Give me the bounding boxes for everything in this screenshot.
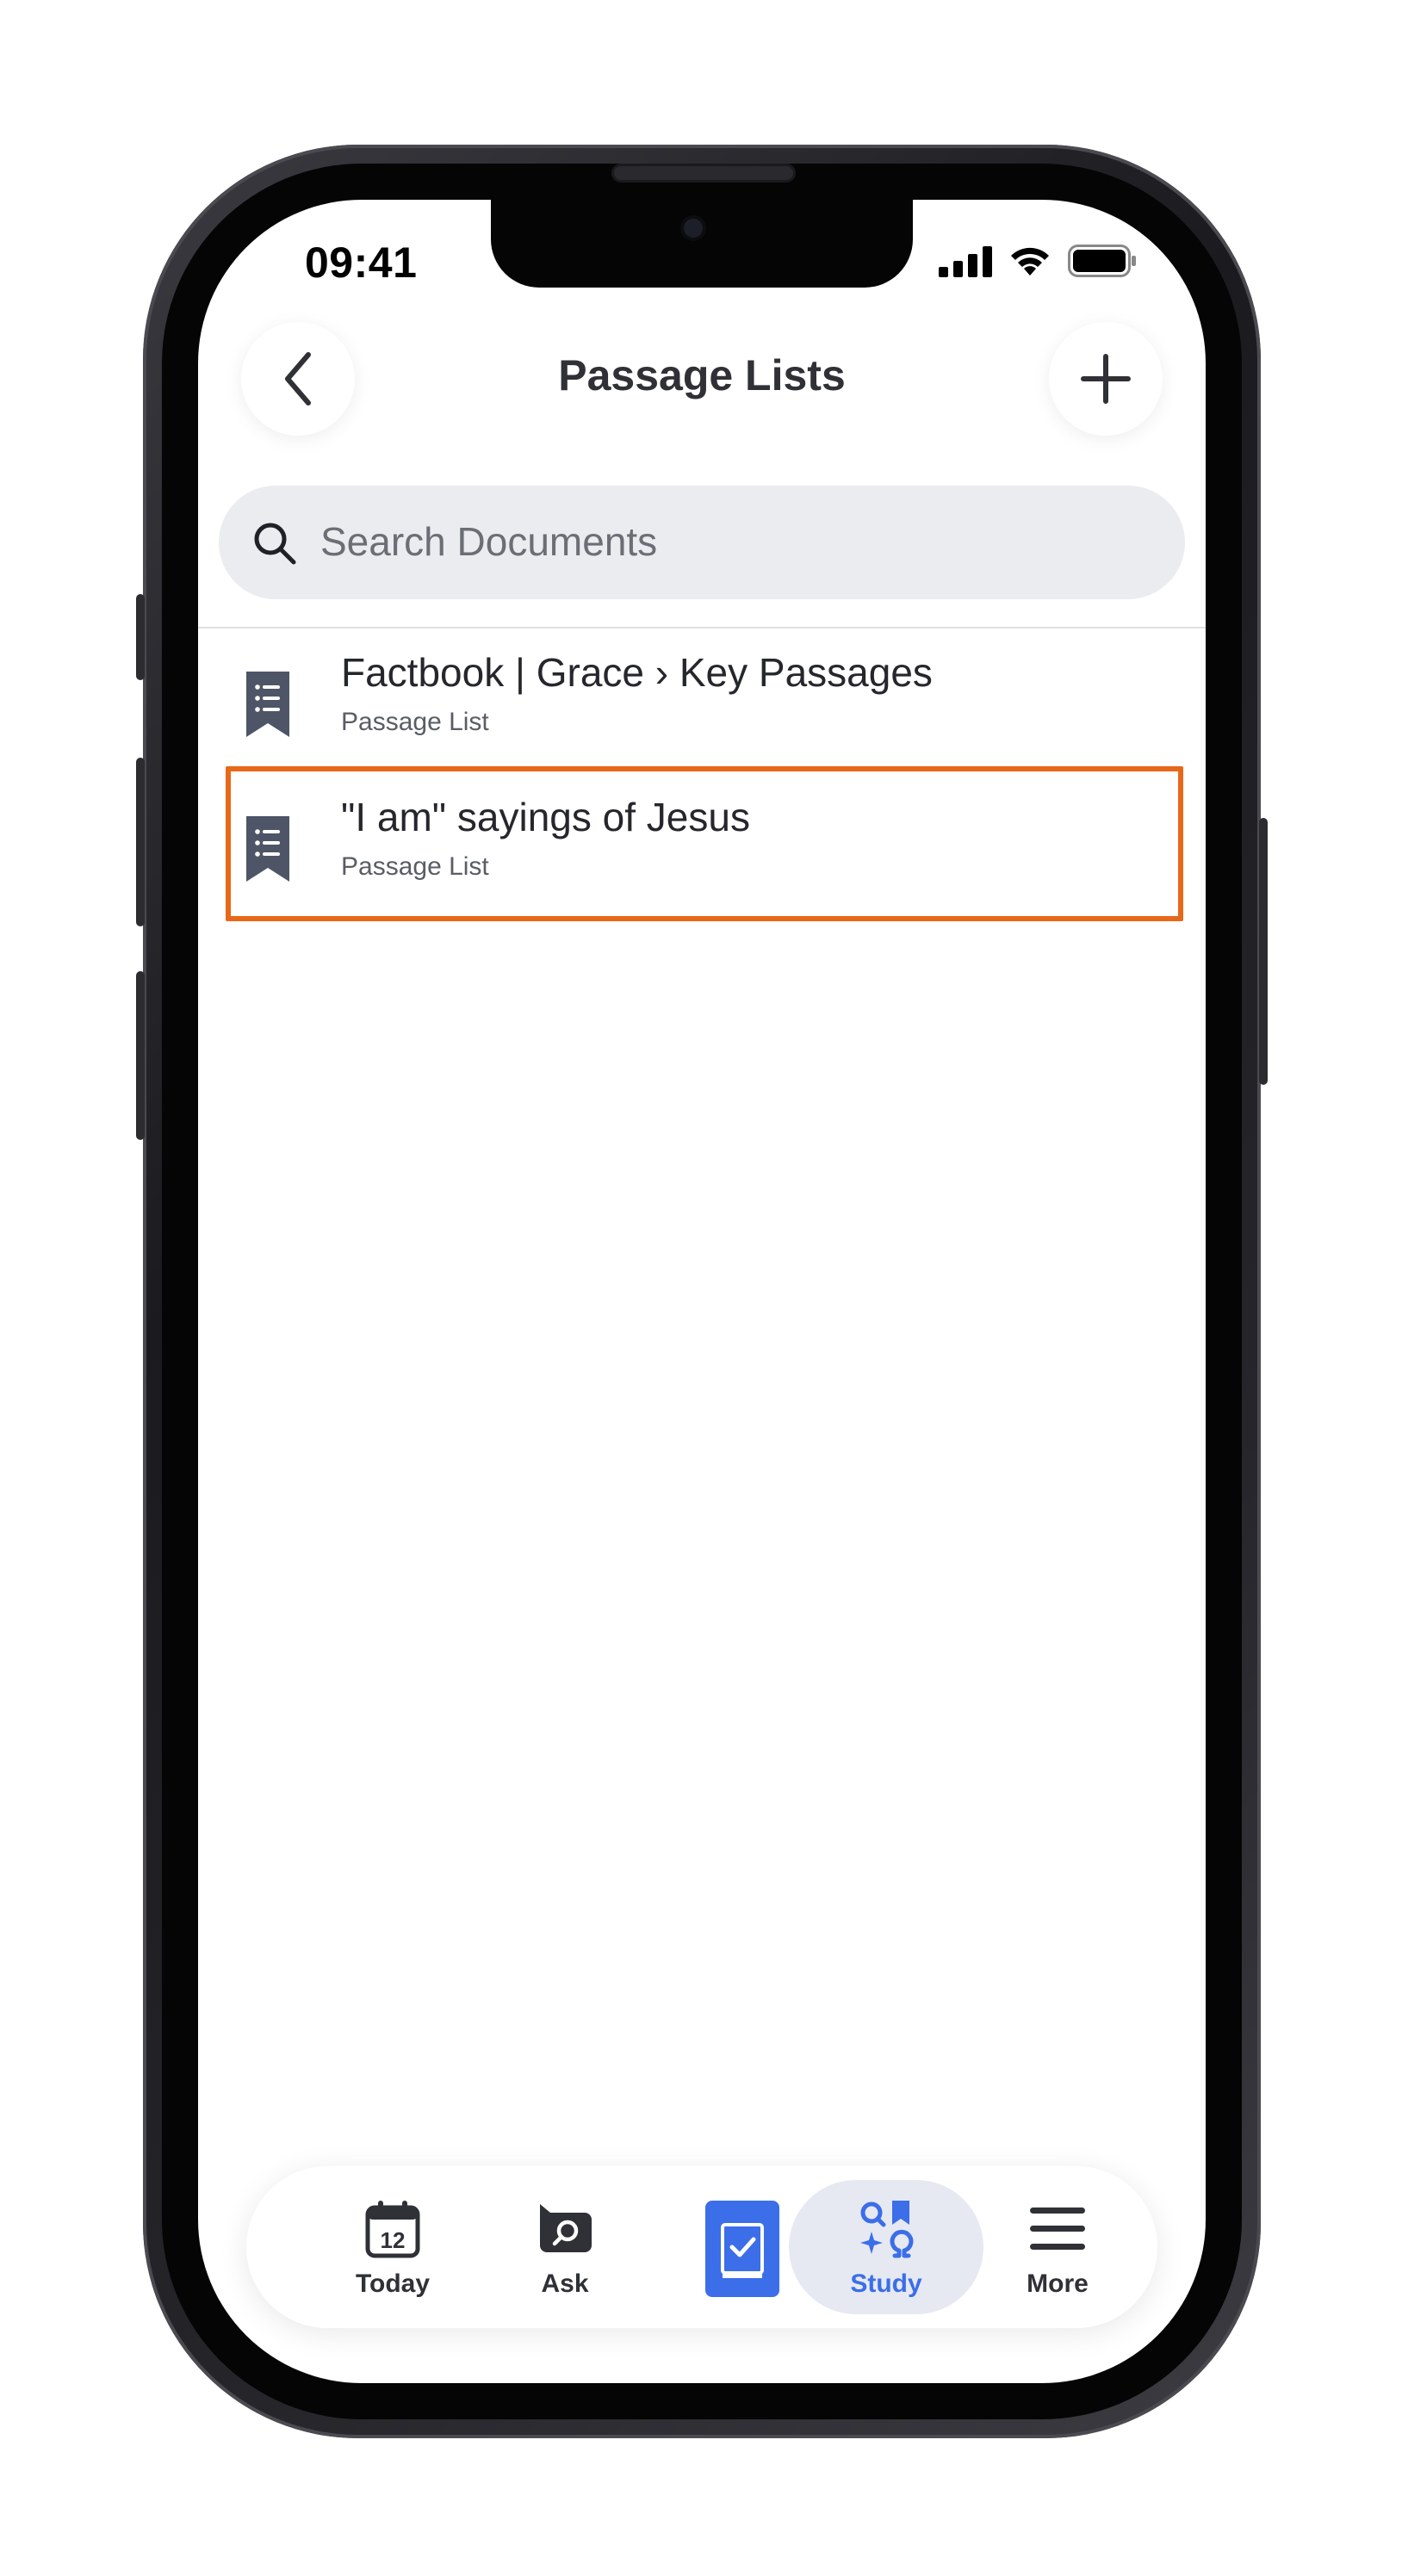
list-item-subtitle: Passage List	[341, 708, 489, 736]
highlight-box	[226, 766, 1183, 921]
front-camera	[684, 219, 703, 238]
study-tools-icon	[860, 2201, 914, 2258]
tab-today-label: Today	[355, 2269, 431, 2298]
book-check-icon	[705, 2201, 779, 2297]
tab-bar: 12 Today Ask Study More	[246, 2166, 1157, 2328]
power-button	[1259, 818, 1268, 1085]
list-item-title: Factbook | Grace › Key Passages	[341, 650, 933, 695]
search-input[interactable]: Search Documents	[219, 486, 1185, 599]
battery-icon	[1068, 245, 1136, 277]
bookmark-list-icon	[246, 672, 289, 737]
tab-more[interactable]: More	[971, 2166, 1144, 2328]
chat-search-icon	[540, 2204, 592, 2252]
app-screen: 09:41 Passage Lists Search Documents Fac…	[198, 200, 1206, 2383]
list-item[interactable]: Factbook | Grace › Key Passages Passage …	[198, 630, 1206, 777]
plus-icon	[1081, 354, 1131, 404]
tab-study[interactable]: Study	[800, 2166, 972, 2328]
search-icon-wrap	[251, 520, 298, 571]
tab-study-label: Study	[850, 2269, 922, 2298]
speaker-grill	[611, 164, 796, 183]
calendar-day: 12	[381, 2227, 406, 2253]
volume-up-button	[136, 758, 145, 926]
tab-ask-label: Ask	[541, 2269, 589, 2298]
tab-today[interactable]: 12 Today	[307, 2166, 479, 2328]
search-icon	[254, 523, 296, 565]
mute-switch	[136, 594, 145, 680]
add-button[interactable]	[1049, 322, 1163, 436]
tab-ask[interactable]: Ask	[479, 2166, 651, 2328]
cellular-signal-icon	[939, 246, 992, 277]
notch	[491, 200, 913, 288]
tab-more-label: More	[1027, 2269, 1089, 2298]
status-time: 09:41	[305, 238, 418, 287]
search-placeholder: Search Documents	[320, 519, 658, 564]
wifi-icon	[1011, 247, 1049, 276]
volume-down-button	[136, 971, 145, 1140]
header-divider	[198, 627, 1206, 629]
status-icons	[939, 245, 1137, 277]
hamburger-menu-icon	[1030, 2208, 1085, 2250]
calendar-icon: 12	[365, 2201, 420, 2258]
